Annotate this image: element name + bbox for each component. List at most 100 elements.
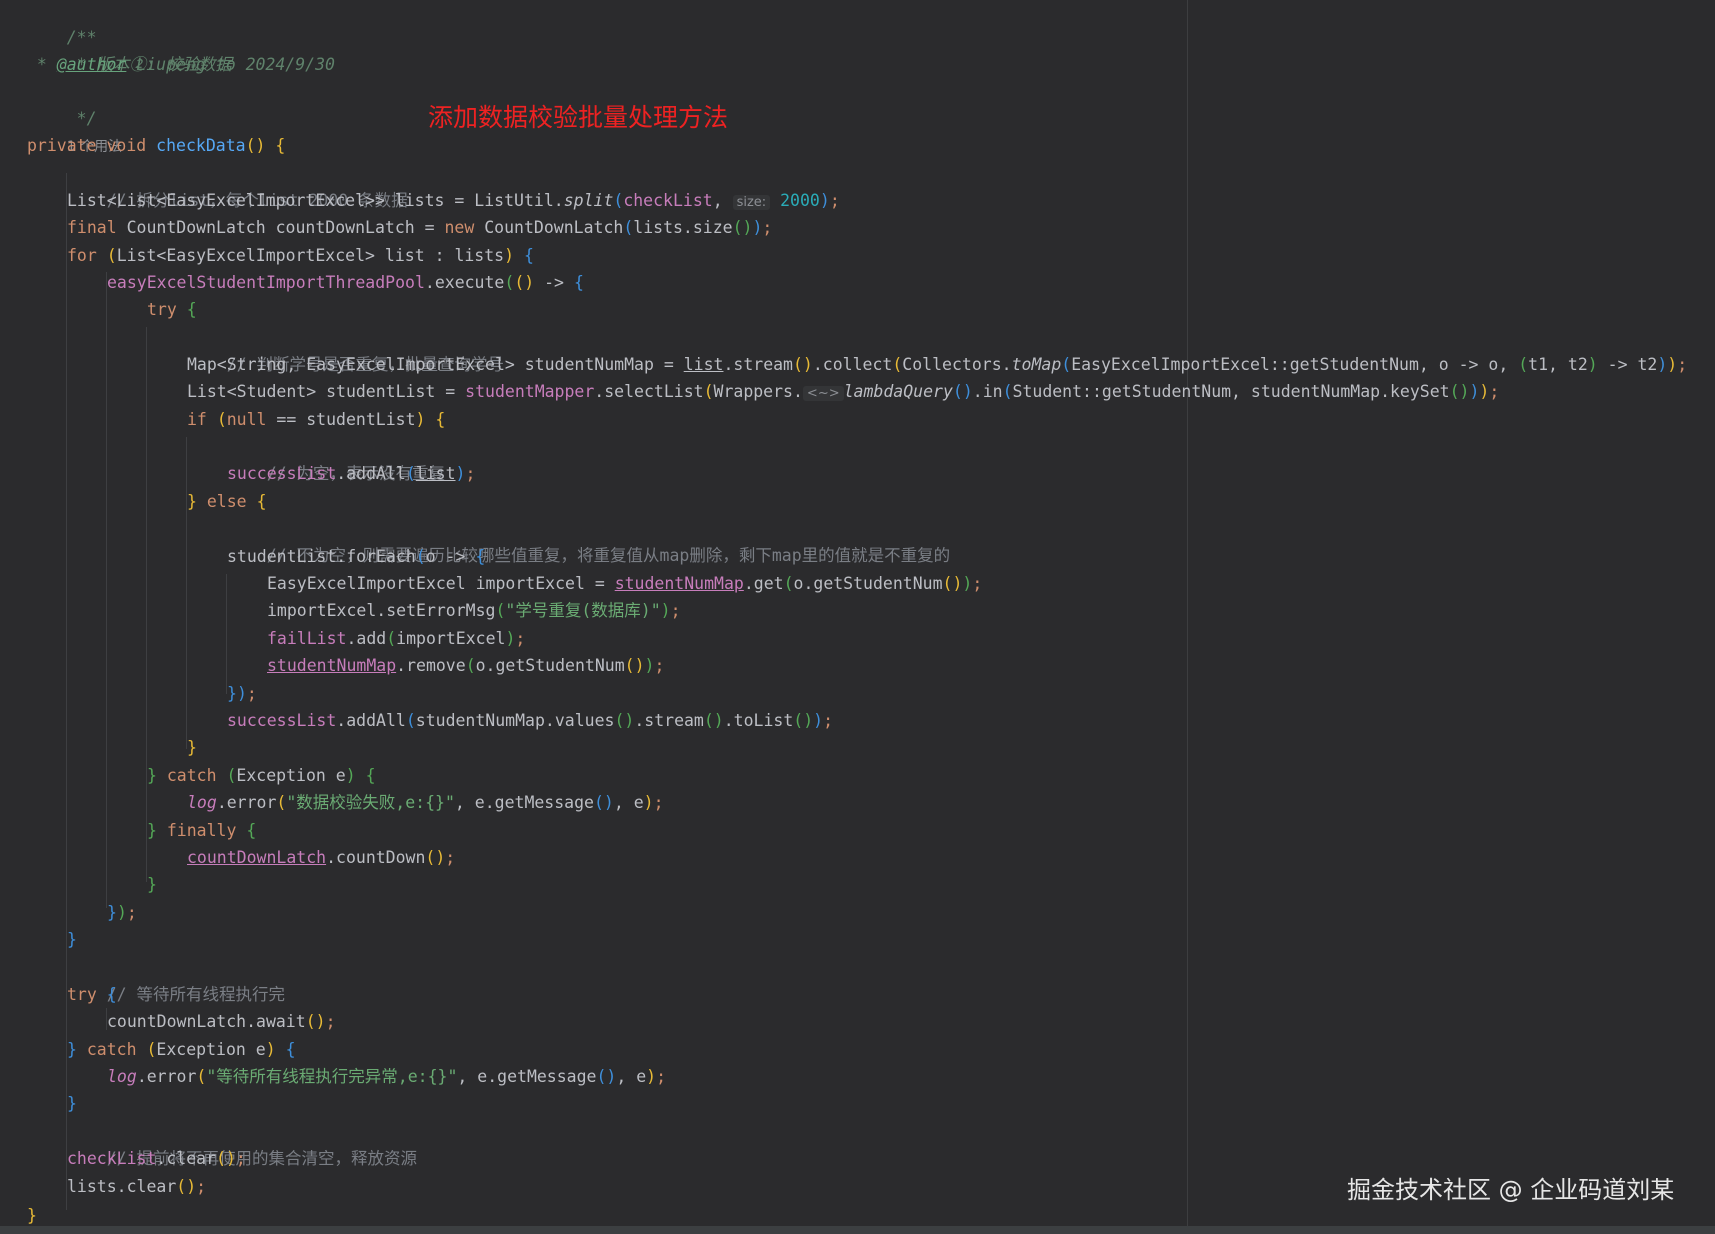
paren: ) (116, 903, 127, 922)
paren: ) (1587, 355, 1598, 374)
paren: () (942, 574, 963, 593)
paren: ( (495, 601, 506, 620)
code-line[interactable]: List<List<EasyExcelImportExcel>> lists =… (67, 187, 840, 214)
code-line[interactable]: // 判断学号是否重复，批量查询学号 (187, 324, 504, 374)
code-line[interactable]: List<Student> studentList = studentMappe… (187, 378, 1499, 405)
keyword-for: for (67, 246, 97, 265)
code-line[interactable]: } (187, 734, 197, 761)
keyword-finally: finally (166, 821, 237, 840)
paren: ) (1657, 355, 1668, 374)
code-line[interactable]: studentNumMap.remove(o.getStudentNum()); (267, 652, 664, 679)
code-line[interactable]: checkList.clear(); (67, 1145, 246, 1172)
code-line[interactable]: } catch (Exception e) { (147, 762, 376, 789)
brace: } (227, 684, 237, 703)
brace: } (107, 903, 117, 922)
field-studentNumMap: studentNumMap (614, 574, 744, 593)
keyword-void: void (106, 136, 147, 155)
keyword-null: null (226, 410, 267, 429)
brace: } (187, 738, 197, 757)
code-line[interactable]: /** (27, 0, 97, 47)
code-text: .get (743, 574, 784, 593)
paren: () (793, 355, 813, 374)
code-line[interactable]: // 拆分list，每个list 2000 条数据 (67, 160, 408, 210)
keyword-private: private (27, 136, 97, 155)
code-line[interactable]: countDownLatch.await(); (107, 1008, 336, 1035)
doc-comment-star: * (27, 55, 57, 74)
doc-author-tag[interactable]: @author (57, 55, 127, 74)
code-line[interactable]: // 为空，表示没有重复 (227, 433, 445, 483)
semicolon: ; (670, 601, 681, 620)
paren: () (732, 218, 753, 237)
code-line[interactable]: importExcel.setErrorMsg("学号重复(数据库)"); (267, 597, 681, 624)
semicolon: ; (829, 191, 840, 210)
code-line[interactable]: try { (67, 981, 117, 1008)
code-text: .selectList (594, 382, 704, 401)
code-text: .addAll (336, 711, 406, 730)
code-line[interactable]: }); (107, 899, 137, 926)
code-line[interactable]: * 版本②: 校验数据 (27, 24, 232, 74)
brace: { (285, 1040, 296, 1059)
code-line[interactable]: successList.addAll(list); (227, 460, 475, 487)
code-line[interactable]: } (27, 1202, 37, 1229)
brace: { (523, 246, 534, 265)
paren: ( (1002, 382, 1013, 401)
code-line[interactable]: // 等待所有线程执行完 (67, 954, 285, 1004)
code-line[interactable]: log.error("数据校验失败,e:{}", e.getMessage(),… (187, 789, 664, 816)
code-line[interactable]: final CountDownLatch countDownLatch = ne… (67, 214, 772, 241)
semicolon: ; (196, 1177, 207, 1196)
code-line[interactable]: try { (147, 296, 197, 323)
code-line[interactable]: } (67, 1090, 77, 1117)
code-text: lists.size (633, 218, 733, 237)
code-line[interactable]: failList.add(importExcel); (267, 625, 525, 652)
code-line[interactable]: */ (27, 78, 97, 128)
code-line[interactable]: Map<String, EasyExcelImportExcel> studen… (187, 351, 1687, 378)
semicolon: ; (1489, 382, 1500, 401)
brace: { (475, 547, 486, 566)
code-line[interactable]: easyExcelStudentImportThreadPool.execute… (107, 269, 584, 296)
code-editor[interactable]: /** * 版本②: 校验数据 * @author Liupeng to 202… (0, 0, 1715, 1234)
code-line[interactable]: // 提前将不再使用的集合清空，释放资源 (67, 1118, 417, 1168)
code-text: , e.getMessage (457, 1067, 597, 1086)
code-line[interactable]: for (List<EasyExcelImportExcel> list : l… (67, 242, 534, 269)
code-text: , e (616, 1067, 647, 1086)
code-line[interactable]: countDownLatch.countDown(); (187, 844, 455, 871)
code-text: .error (136, 1067, 197, 1086)
paren: ) (819, 191, 830, 210)
method-name[interactable]: checkData (156, 136, 245, 155)
code-line[interactable]: } (67, 926, 77, 953)
field-successList: successList (227, 711, 337, 730)
code-line[interactable]: lists.clear(); (67, 1173, 206, 1200)
code-line[interactable]: private void checkData() { (27, 132, 285, 159)
code-line[interactable]: successList.addAll(studentNumMap.values(… (227, 707, 833, 734)
paren: ( (146, 1040, 157, 1059)
keyword-catch: catch (86, 1040, 137, 1059)
code-line[interactable]: }); (227, 680, 257, 707)
paren: () (596, 1067, 617, 1086)
code-line[interactable]: EasyExcelImportExcel importExcel = stude… (267, 570, 982, 597)
type-hint: <~> (802, 386, 844, 401)
annotation-label: 添加数据校验批量处理方法 (428, 103, 729, 132)
code-line[interactable]: studentList.forEach(o -> { (227, 543, 485, 570)
paren: ( (613, 191, 624, 210)
code-line[interactable]: } catch (Exception e) { (67, 1036, 296, 1063)
paren: ( (226, 766, 237, 785)
field-thread-pool: easyExcelStudentImportThreadPool (107, 273, 425, 292)
paren: () (514, 273, 535, 292)
code-line[interactable]: } (147, 871, 157, 898)
code-line[interactable]: // 不为空，则需要遍历比较哪些值重复，将重复值从map删除，剩下map里的值就… (227, 515, 950, 565)
code-line[interactable]: } else { (187, 488, 267, 515)
paren: () (425, 848, 446, 867)
code-text: Exception e (156, 1040, 266, 1059)
brace: { (106, 985, 117, 1004)
paren: ) (752, 218, 763, 237)
code-line[interactable]: * @author Liupeng to 2024/9/30 (27, 51, 335, 78)
code-line[interactable]: if (null == studentList) { (187, 406, 445, 433)
code-line[interactable]: } finally { (147, 817, 256, 844)
paren: ( (783, 574, 794, 593)
code-text: List<EasyExcelImportExcel> list : lists (116, 246, 505, 265)
arrow: -> (435, 547, 476, 566)
comma: , (712, 191, 733, 210)
semicolon: ; (126, 903, 137, 922)
code-line[interactable]: log.error("等待所有线程执行完异常,e:{}", e.getMessa… (107, 1063, 666, 1090)
code-text: importExcel.setErrorMsg (267, 601, 496, 620)
